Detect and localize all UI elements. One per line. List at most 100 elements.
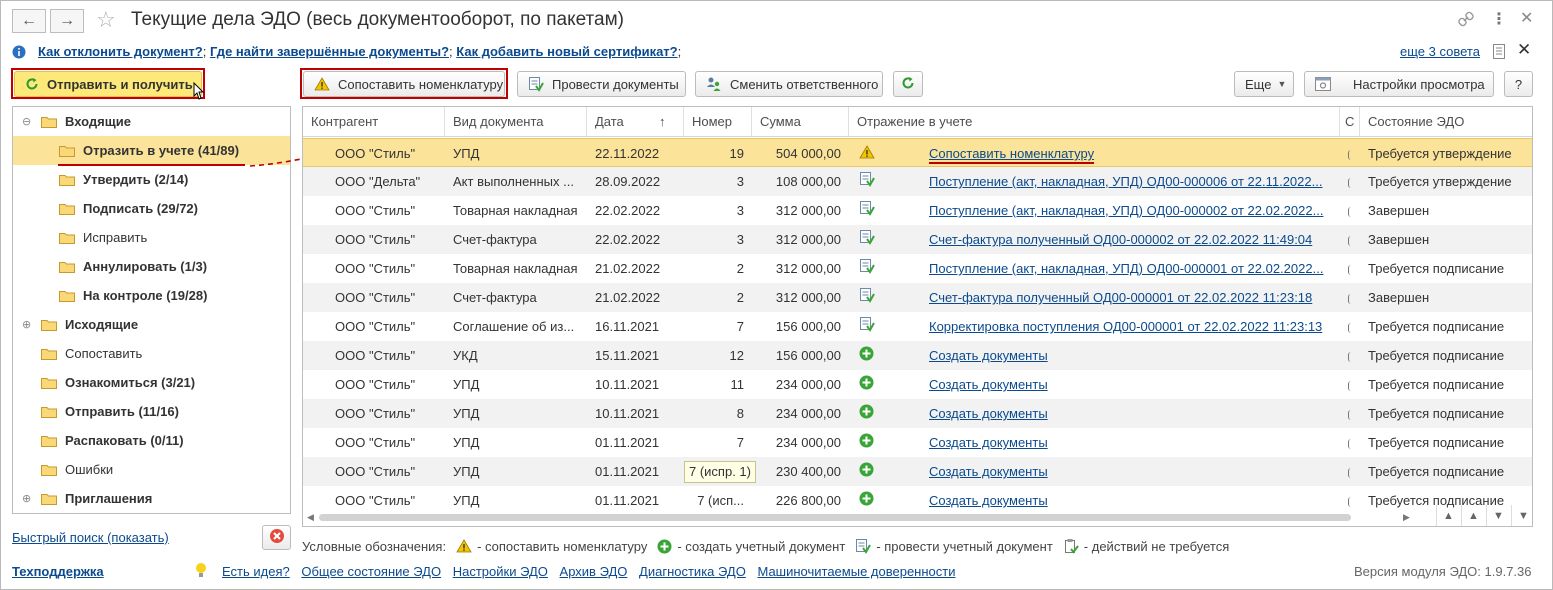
footer-link-edo-state[interactable]: Общее состояние ЭДО: [301, 564, 441, 579]
help-link-completed[interactable]: Где найти завершённые документы?: [210, 44, 449, 59]
tree-item[interactable]: Распаковать (0/11): [13, 426, 290, 455]
star-icon[interactable]: ☆: [96, 7, 116, 33]
accounting-link[interactable]: Счет-фактура полученный ОД00-000001 от 2…: [929, 290, 1312, 305]
help-link-reject[interactable]: Как отклонить документ?: [38, 44, 203, 59]
scroll-left-icon[interactable]: ◀: [307, 512, 314, 523]
table-row[interactable]: ООО "Стиль" Товарная накладная 22.02.2022 3…: [303, 196, 1532, 225]
cell-counterparty: ООО "Стиль": [335, 261, 416, 276]
accounting-link[interactable]: Корректировка поступления ОД00-000001 от…: [929, 319, 1322, 334]
cell-date: 22.11.2022: [595, 146, 660, 161]
view-settings-button[interactable]: Настройки просмотра: [1304, 71, 1494, 97]
scroll-page-up-button[interactable]: ▲: [1461, 505, 1485, 526]
table-row[interactable]: ООО "Стиль" Счет-фактура 21.02.2022 2 312 00…: [303, 283, 1532, 312]
plus-circle-icon: [851, 399, 881, 428]
page-title: Текущие дела ЭДО (весь документооборот, …: [131, 9, 625, 30]
close-window-icon[interactable]: ✕: [1520, 8, 1533, 28]
table-row[interactable]: ООО "Стиль" УПД 10.11.2021 11 234 000,00 Треб…: [303, 370, 1532, 399]
accounting-link[interactable]: Создать документы: [929, 377, 1048, 392]
tree-item[interactable]: На контроле (19/28): [13, 281, 290, 310]
support-link[interactable]: Техподдержка: [12, 564, 104, 579]
column-header-s[interactable]: С: [1340, 107, 1360, 137]
link-icon[interactable]: [1458, 11, 1474, 30]
double-down-icon: ▼: [1518, 510, 1529, 522]
cell-edo-state: Требуется подписание: [1368, 464, 1505, 479]
more-vertical-icon[interactable]: ⋮: [1491, 9, 1507, 29]
expand-icon[interactable]: ⊕: [22, 318, 31, 331]
table-row[interactable]: ООО "Стиль" УПД 22.11.2022 19 504 000,00 Треб…: [303, 138, 1532, 167]
column-header-counterparty[interactable]: Контрагент: [303, 107, 445, 137]
tree-item[interactable]: Ознакомиться (3/21): [13, 368, 290, 397]
table-row[interactable]: ООО "Стиль" УПД 01.11.2021 7 234 000,00 Требу…: [303, 428, 1532, 457]
table-row[interactable]: ООО "Стиль" УПД 10.11.2021 8 234 000,00 Требу…: [303, 399, 1532, 428]
footer-link-diagnostics[interactable]: Диагностика ЭДО: [639, 564, 746, 579]
tree-item[interactable]: Аннулировать (1/3): [13, 252, 290, 281]
cell-sum: 156 000,00: [775, 319, 841, 334]
accounting-link[interactable]: Создать документы: [929, 493, 1048, 508]
document-icon[interactable]: [1493, 44, 1505, 62]
accounting-link[interactable]: Создать документы: [929, 348, 1048, 363]
table-row[interactable]: ООО "Стиль" Товарная накладная 21.02.2022 2…: [303, 254, 1532, 283]
scrollbar-thumb[interactable]: [319, 514, 1351, 521]
tree-item[interactable]: Ошибки: [13, 455, 290, 484]
footer-link-idea[interactable]: Есть идея?: [222, 564, 290, 579]
footer-link-poa[interactable]: Машиночитаемые доверенности: [757, 564, 955, 579]
scroll-bottom-button[interactable]: ▼: [1511, 505, 1532, 526]
cell-date: 10.11.2021: [595, 406, 660, 421]
folder-icon: [59, 261, 75, 273]
column-header-number[interactable]: Номер: [684, 107, 752, 137]
tree-item[interactable]: ⊕ Приглашения: [13, 484, 290, 513]
help-button[interactable]: ?: [1504, 71, 1533, 97]
cell-sum: 312 000,00: [775, 290, 841, 305]
tree-item[interactable]: Исправить: [13, 223, 290, 252]
table-row[interactable]: ООО "Стиль" УКД 15.11.2021 12 156 000,00 Треб…: [303, 341, 1532, 370]
column-header-date[interactable]: Дата ↑: [587, 107, 684, 137]
table-row[interactable]: ООО "Стиль" Соглашение об из... 16.11.2021…: [303, 312, 1532, 341]
accounting-link[interactable]: Поступление (акт, накладная, УПД) ОД00-0…: [929, 261, 1323, 276]
close-tips-icon[interactable]: ✕: [1517, 40, 1531, 60]
cell-accounting: Создать документы: [929, 341, 1334, 370]
accounting-link[interactable]: Поступление (акт, накладная, УПД) ОД00-0…: [929, 203, 1323, 218]
scroll-page-down-button[interactable]: ▼: [1486, 505, 1510, 526]
horizontal-scrollbar[interactable]: ◀ ▶: [303, 511, 1413, 525]
cell-counterparty: ООО "Стиль": [335, 290, 416, 305]
table-row[interactable]: ООО "Стиль" УПД 01.11.2021 7 (испр. 1) 230 4…: [303, 457, 1532, 486]
cell-accounting: Сопоставить номенклатуру: [929, 139, 1334, 168]
footer-link-archive[interactable]: Архив ЭДО: [560, 564, 628, 579]
more-tips-link[interactable]: еще 3 совета: [1400, 44, 1480, 59]
accounting-link[interactable]: Сопоставить номенклатуру: [929, 146, 1095, 164]
tree-item[interactable]: ⊖ Входящие: [13, 107, 290, 136]
accounting-link[interactable]: Создать документы: [929, 406, 1048, 421]
tree-item[interactable]: Подписать (29/72): [13, 194, 290, 223]
tree-item[interactable]: ⊕ Исходящие: [13, 310, 290, 339]
footer-link-edo-settings[interactable]: Настройки ЭДО: [453, 564, 548, 579]
collapse-icon[interactable]: ⊖: [22, 115, 31, 128]
cell-counterparty: ООО "Стиль": [335, 377, 416, 392]
accounting-link[interactable]: Создать документы: [929, 435, 1048, 450]
accounting-link[interactable]: Счет-фактура полученный ОД00-000002 от 2…: [929, 232, 1312, 247]
tree-item[interactable]: Отправить (11/16): [13, 397, 290, 426]
column-header-sum[interactable]: Сумма: [752, 107, 849, 137]
table-row[interactable]: ООО "Дельта" Акт выполненных ... 28.09.202…: [303, 167, 1532, 196]
table-row[interactable]: ООО "Стиль" Счет-фактура 22.02.2022 3 312 00…: [303, 225, 1532, 254]
legend-item-none: - действий не требуется: [1063, 538, 1229, 554]
help-link-certificate[interactable]: Как добавить новый сертификат?: [456, 44, 677, 59]
column-header-edo-state[interactable]: Состояние ЭДО: [1360, 107, 1532, 137]
accounting-link[interactable]: Создать документы: [929, 464, 1048, 479]
refresh-button[interactable]: [893, 71, 923, 97]
post-documents-button[interactable]: Провести документы: [517, 71, 686, 97]
column-header-doc-type[interactable]: Вид документа: [445, 107, 587, 137]
forward-button[interactable]: →: [50, 9, 84, 33]
column-header-accounting[interactable]: Отражение в учете: [849, 107, 1340, 137]
quick-search-link[interactable]: Быстрый поиск (показать): [12, 530, 169, 545]
cell-date: 01.11.2021: [595, 435, 660, 450]
scroll-right-icon[interactable]: ▶: [1403, 512, 1410, 523]
tree-item[interactable]: Сопоставить: [13, 339, 290, 368]
more-button[interactable]: Еще ▼: [1234, 71, 1294, 97]
accounting-link[interactable]: Поступление (акт, накладная, УПД) ОД00-0…: [929, 174, 1322, 189]
clear-search-button[interactable]: [262, 525, 291, 550]
back-button[interactable]: ←: [12, 9, 46, 33]
expand-icon[interactable]: ⊕: [22, 492, 31, 505]
change-responsible-button[interactable]: Сменить ответственного: [695, 71, 883, 97]
scroll-top-button[interactable]: ▲: [1436, 505, 1460, 526]
folder-icon: [41, 493, 57, 505]
